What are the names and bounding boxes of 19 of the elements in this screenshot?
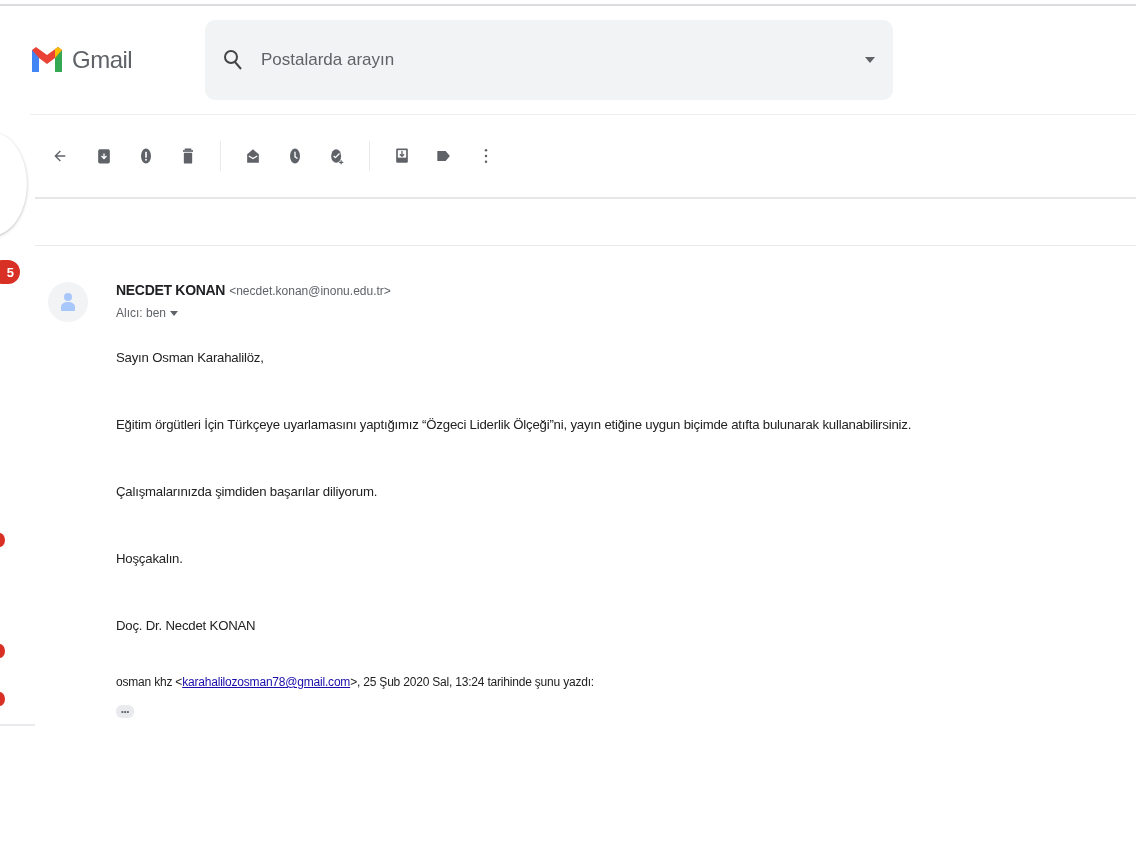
- sender-email: <necdet.konan@inonu.edu.tr>: [229, 284, 391, 298]
- app-name: Gmail: [72, 46, 133, 74]
- recipient-dropdown[interactable]: Alıcı: ben: [116, 306, 179, 320]
- avatar: [48, 282, 88, 322]
- search-field[interactable]: Postalarda arayın: [259, 49, 849, 71]
- message-paragraph: Sayın Osman Karahalilöz,: [116, 350, 265, 365]
- message-paragraph: Doç. Dr. Necdet KONAN: [116, 618, 257, 633]
- sender-name: NECDET KONAN: [116, 282, 226, 298]
- dropdown-caret-icon[interactable]: [865, 57, 875, 63]
- message-paragraph: Hoşçakalın.: [116, 551, 184, 566]
- message-paragraph: Çalışmalarınızda şimdiden başarılar diliyorum.: [116, 484, 379, 499]
- email-link[interactable]: karahalilozosman78@gmail.com: [182, 675, 351, 689]
- show-trimmed-button[interactable]: •••: [116, 705, 135, 718]
- caret-icon: [170, 310, 179, 316]
- message-paragraph: Eğitim örgütleri İçin Türkçeye uyarlamasını yaptığımız “Özgeci Liderlik Ölçeği”ni, yayın etiğine uygun biçimde atıfta bulunarak kullanabilirsiniz.: [116, 417, 913, 432]
- unread-count: 5: [0, 260, 20, 284]
- gmail-logo: [30, 46, 64, 74]
- search-icon: [223, 49, 243, 71]
- quote-header: osman khz <karahalilozosman78@gmail.com>, 25 Şub 2020 Sal, 13:24 tarihinde şunu yazdı:: [116, 675, 595, 689]
